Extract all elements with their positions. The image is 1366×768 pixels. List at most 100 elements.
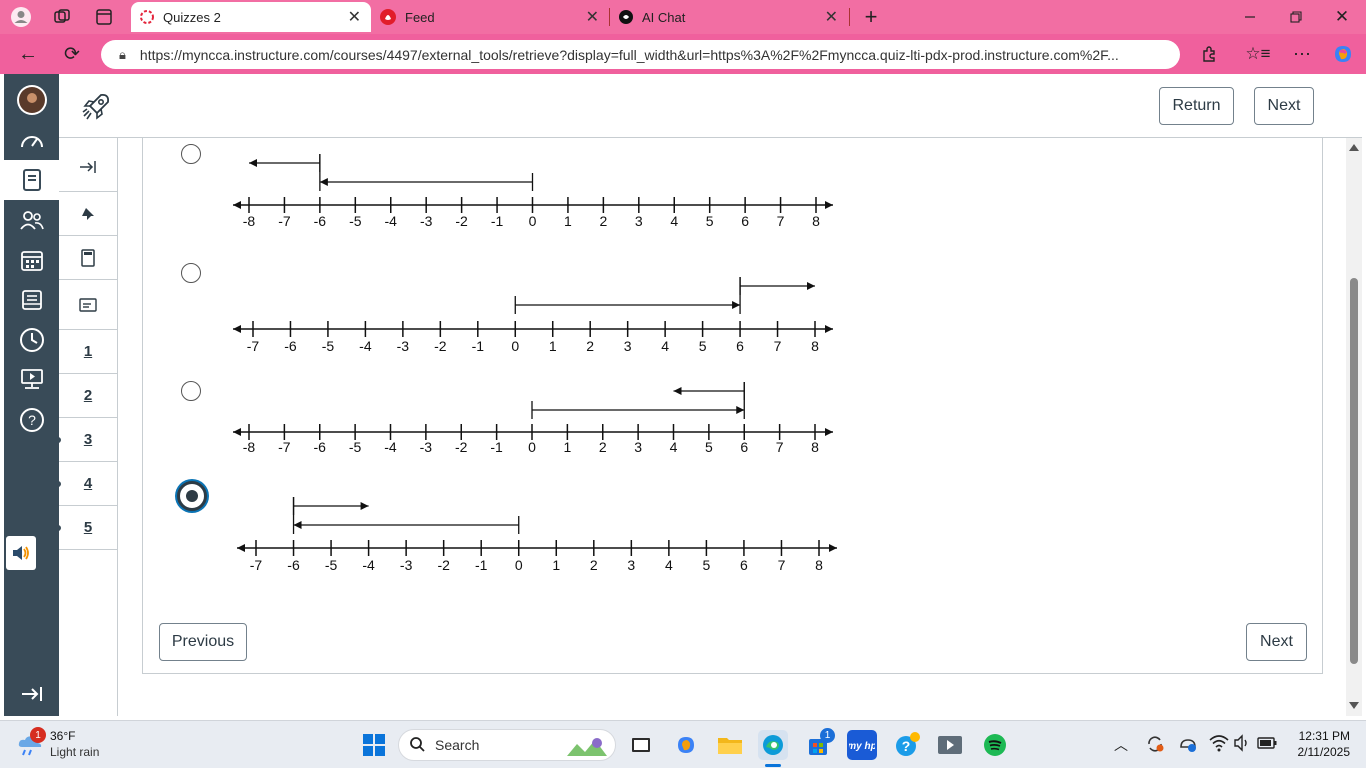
return-button[interactable]: Return — [1159, 87, 1234, 125]
scroll-up-icon[interactable] — [1349, 144, 1359, 151]
courses-icon[interactable] — [4, 160, 59, 200]
address-bar[interactable]: 🔒︎ https://myncca.instructure.com/course… — [101, 40, 1180, 69]
back-icon[interactable]: ← — [16, 42, 40, 66]
tab-feed[interactable]: Feed ✕ — [371, 2, 609, 32]
tab-label: AI Chat — [642, 9, 686, 25]
wifi-icon[interactable] — [1209, 734, 1229, 757]
file-explorer-icon[interactable] — [715, 730, 745, 760]
more-options-icon[interactable]: ⋯ — [1290, 42, 1314, 66]
inbox-icon[interactable] — [4, 280, 59, 320]
question-link-5[interactable]: 5 — [59, 506, 117, 550]
tick-label: 6 — [740, 557, 748, 573]
browser-tab-bar: Quizzes 2 ✕ Feed ✕ AI Chat ✕ + ✕ — [0, 0, 1366, 34]
tick-label: -3 — [400, 557, 413, 573]
volume-icon[interactable] — [1233, 734, 1251, 757]
tick-label: 2 — [590, 557, 598, 573]
edge-icon[interactable] — [758, 730, 788, 760]
clock-date[interactable]: 2/11/2025 — [1286, 745, 1351, 759]
answered-dot — [55, 525, 61, 531]
copilot-taskbar-icon[interactable] — [671, 730, 701, 760]
tab-label: Feed — [405, 9, 435, 25]
store-badge: 1 — [820, 728, 835, 743]
chevron-up-icon[interactable]: ︿ — [1114, 735, 1128, 755]
task-view-icon[interactable] — [626, 730, 656, 760]
taskbar-search[interactable]: Search — [398, 729, 616, 761]
speaker-icon[interactable] — [6, 536, 36, 570]
close-icon[interactable]: ✕ — [825, 7, 838, 27]
tick-label: 7 — [778, 557, 786, 573]
battery-icon[interactable] — [1257, 736, 1277, 755]
previous-button[interactable]: Previous — [159, 623, 247, 661]
weather-desc: Light rain — [50, 745, 100, 759]
question-link-2[interactable]: 2 — [59, 374, 117, 418]
close-window-icon[interactable]: ✕ — [1330, 5, 1354, 29]
header-next-button[interactable]: Next — [1254, 87, 1314, 125]
extensions-icon[interactable] — [1197, 42, 1221, 66]
search-icon — [409, 736, 425, 755]
tab-ai-chat[interactable]: AI Chat ✕ — [610, 2, 848, 32]
page-scrollbar[interactable] — [1346, 138, 1362, 716]
answered-dot — [55, 481, 61, 487]
minimize-icon[interactable] — [1238, 5, 1262, 29]
sync-icon[interactable] — [1145, 734, 1165, 759]
pin-icon[interactable] — [59, 192, 117, 236]
calculator-icon[interactable] — [59, 236, 117, 280]
tab-label: Quizzes 2 — [163, 9, 221, 25]
question-link-4[interactable]: 4 — [59, 462, 117, 506]
tick-label: 3 — [627, 557, 635, 573]
profile-icon[interactable] — [8, 5, 34, 29]
question-link-1[interactable]: 1 — [59, 330, 117, 374]
tick-label: 4 — [665, 557, 673, 573]
calendar-icon[interactable] — [4, 240, 59, 280]
svg-text:?: ? — [28, 412, 36, 428]
copilot-icon[interactable] — [1330, 41, 1356, 67]
next-button[interactable]: Next — [1246, 623, 1307, 661]
help-icon[interactable]: ? — [4, 400, 59, 440]
tick-label: -6 — [287, 557, 300, 573]
clock-time[interactable]: 12:31 PM — [1290, 729, 1350, 743]
myhp-icon[interactable]: my hp — [847, 730, 877, 760]
spotify-icon[interactable] — [980, 730, 1010, 760]
quiz-header: Return Next — [59, 74, 1362, 138]
dashboard-icon[interactable] — [4, 120, 59, 160]
get-help-icon[interactable]: ? — [892, 730, 922, 760]
tab-quizzes[interactable]: Quizzes 2 ✕ — [131, 2, 371, 32]
weather-temp: 36°F — [50, 729, 76, 743]
canvas-logo-icon — [140, 10, 154, 24]
windows-start-icon[interactable] — [362, 733, 386, 762]
favorites-icon[interactable]: ☆≡ — [1245, 42, 1270, 66]
windows-taskbar: 1 36°F Light rain Search 1 my hp ? — [0, 720, 1366, 768]
tick-label: -5 — [325, 557, 338, 573]
question-link-3[interactable]: 3 — [59, 418, 117, 462]
collapse-nav-icon[interactable] — [4, 674, 59, 714]
scroll-down-icon[interactable] — [1349, 702, 1359, 709]
tick-label: -2 — [437, 557, 450, 573]
question-side-panel: 1 2 3 4 5 — [55, 138, 118, 716]
close-icon[interactable]: ✕ — [586, 7, 599, 27]
history-clock-icon[interactable] — [4, 320, 59, 360]
tick-label: -7 — [250, 557, 263, 573]
restore-icon[interactable] — [1284, 5, 1308, 29]
rocket-logo-icon — [81, 92, 111, 127]
account-avatar[interactable] — [4, 78, 59, 122]
svg-text:?: ? — [902, 738, 911, 754]
close-icon[interactable]: ✕ — [348, 7, 361, 27]
expand-panel-icon[interactable] — [59, 142, 117, 192]
scroll-thumb[interactable] — [1350, 278, 1358, 664]
refresh-icon[interactable]: ⟳ — [60, 42, 84, 66]
media-player-icon[interactable] — [935, 730, 965, 760]
search-placeholder: Search — [435, 737, 480, 753]
workspaces-icon[interactable] — [50, 6, 74, 28]
active-app-indicator — [765, 764, 781, 767]
lock-icon: 🔒︎ — [119, 46, 126, 62]
tab-divider — [849, 8, 850, 26]
tick-label: 8 — [815, 557, 823, 573]
tab-actions-icon[interactable] — [92, 6, 116, 28]
vpn-icon[interactable] — [1178, 734, 1198, 759]
url-text[interactable]: https://myncca.instructure.com/courses/4… — [140, 47, 1160, 63]
groups-icon[interactable] — [4, 200, 59, 240]
notes-icon[interactable] — [59, 280, 117, 330]
studio-icon[interactable] — [4, 360, 59, 400]
new-tab-icon[interactable]: + — [858, 4, 884, 29]
ai-chat-logo-icon — [619, 10, 633, 24]
